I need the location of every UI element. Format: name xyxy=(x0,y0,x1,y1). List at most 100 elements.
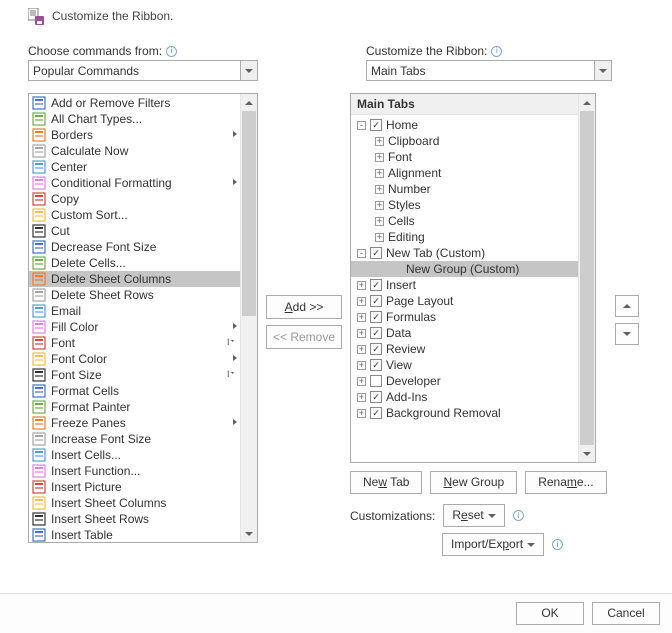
info-icon[interactable]: i xyxy=(491,46,502,57)
expand-icon[interactable]: + xyxy=(357,281,366,290)
tree-row[interactable]: +View xyxy=(351,357,595,373)
tree-checkbox[interactable] xyxy=(370,279,382,291)
command-item[interactable]: Borders xyxy=(29,127,257,143)
tree-row[interactable]: +Add-Ins xyxy=(351,389,595,405)
command-item[interactable]: Add or Remove Filters xyxy=(29,95,257,111)
command-item[interactable]: Font Color xyxy=(29,351,257,367)
tree-row[interactable]: +Developer xyxy=(351,373,595,389)
command-item[interactable]: Decrease Font Size xyxy=(29,239,257,255)
expand-icon[interactable]: + xyxy=(357,377,366,386)
expand-icon[interactable]: + xyxy=(357,409,366,418)
expand-icon[interactable]: + xyxy=(375,201,384,210)
command-item[interactable]: Conditional Formatting xyxy=(29,175,257,191)
command-item[interactable]: All Chart Types... xyxy=(29,111,257,127)
info-icon[interactable]: i xyxy=(513,510,524,521)
expand-icon[interactable]: + xyxy=(375,185,384,194)
rename-button[interactable]: Rename... xyxy=(525,471,606,494)
expand-icon[interactable]: + xyxy=(375,217,384,226)
expand-icon[interactable]: + xyxy=(357,313,366,322)
chevron-down-icon[interactable] xyxy=(240,61,257,80)
tree-checkbox[interactable] xyxy=(370,247,382,259)
scroll-thumb[interactable] xyxy=(242,111,256,316)
expand-icon[interactable]: + xyxy=(357,297,366,306)
expand-icon[interactable]: + xyxy=(357,345,366,354)
tree-row[interactable]: +Alignment xyxy=(351,165,595,181)
ribbon-tree[interactable]: Main Tabs -Home+Clipboard+Font+Alignment… xyxy=(350,93,596,463)
collapse-icon[interactable]: - xyxy=(357,249,366,258)
tree-row[interactable]: +Review xyxy=(351,341,595,357)
tree-checkbox[interactable] xyxy=(370,327,382,339)
add-button[interactable]: Add >> xyxy=(266,295,342,319)
choose-commands-combo[interactable]: Popular Commands xyxy=(28,60,258,81)
command-item[interactable]: Insert Table xyxy=(29,527,257,543)
tree-row[interactable]: +Page Layout xyxy=(351,293,595,309)
scroll-up-button[interactable] xyxy=(241,94,257,111)
new-tab-button[interactable]: New Tab xyxy=(350,471,422,494)
expand-icon[interactable]: + xyxy=(375,233,384,242)
command-item[interactable]: Fill Color xyxy=(29,319,257,335)
tree-row[interactable]: New Group (Custom) xyxy=(351,261,595,277)
tree-row[interactable]: +Clipboard xyxy=(351,133,595,149)
expand-icon[interactable]: + xyxy=(357,329,366,338)
tree-row[interactable]: +Editing xyxy=(351,229,595,245)
command-item[interactable]: Increase Font Size xyxy=(29,431,257,447)
command-item[interactable]: FontI xyxy=(29,335,257,351)
info-icon[interactable]: i xyxy=(166,46,177,57)
command-item[interactable]: Font SizeI xyxy=(29,367,257,383)
reset-button[interactable]: Reset xyxy=(443,504,504,527)
expand-icon[interactable]: + xyxy=(357,361,366,370)
scroll-down-button[interactable] xyxy=(579,445,595,462)
tree-checkbox[interactable] xyxy=(370,119,382,131)
scroll-up-button[interactable] xyxy=(579,94,595,111)
expand-icon[interactable]: + xyxy=(375,137,384,146)
customize-ribbon-combo[interactable]: Main Tabs xyxy=(366,60,612,81)
tree-row[interactable]: -New Tab (Custom) xyxy=(351,245,595,261)
command-item[interactable]: Copy xyxy=(29,191,257,207)
command-item[interactable]: Freeze Panes xyxy=(29,415,257,431)
tree-row[interactable]: +Styles xyxy=(351,197,595,213)
new-group-button[interactable]: New Group xyxy=(430,471,517,494)
tree-row[interactable]: +Cells xyxy=(351,213,595,229)
command-item[interactable]: Calculate Now xyxy=(29,143,257,159)
scrollbar[interactable] xyxy=(240,94,257,542)
tree-checkbox[interactable] xyxy=(370,295,382,307)
tree-checkbox[interactable] xyxy=(370,391,382,403)
tree-checkbox[interactable] xyxy=(370,311,382,323)
info-icon[interactable]: i xyxy=(552,539,563,550)
scroll-thumb[interactable] xyxy=(580,111,594,445)
expand-icon[interactable]: + xyxy=(375,153,384,162)
command-item[interactable]: Insert Cells... xyxy=(29,447,257,463)
tree-row[interactable]: +Font xyxy=(351,149,595,165)
tree-row[interactable]: -Home xyxy=(351,117,595,133)
scroll-down-button[interactable] xyxy=(241,525,257,542)
move-down-button[interactable] xyxy=(615,323,639,345)
import-export-button[interactable]: Import/Export xyxy=(442,533,544,556)
ok-button[interactable]: OK xyxy=(516,602,584,625)
tree-row[interactable]: +Data xyxy=(351,325,595,341)
collapse-icon[interactable]: - xyxy=(357,121,366,130)
tree-row[interactable]: +Formulas xyxy=(351,309,595,325)
cancel-button[interactable]: Cancel xyxy=(592,602,660,625)
chevron-down-icon[interactable] xyxy=(594,61,611,80)
expand-icon[interactable]: + xyxy=(375,169,384,178)
command-item[interactable]: Insert Sheet Rows xyxy=(29,511,257,527)
command-item[interactable]: Insert Sheet Columns xyxy=(29,495,257,511)
command-item[interactable]: Cut xyxy=(29,223,257,239)
command-item[interactable]: Insert Picture xyxy=(29,479,257,495)
command-item[interactable]: Custom Sort... xyxy=(29,207,257,223)
command-item[interactable]: Delete Sheet Rows xyxy=(29,287,257,303)
scrollbar[interactable] xyxy=(578,94,595,462)
tree-checkbox[interactable] xyxy=(370,359,382,371)
command-item[interactable]: Center xyxy=(29,159,257,175)
command-item[interactable]: Format Painter xyxy=(29,399,257,415)
tree-checkbox[interactable] xyxy=(370,375,382,387)
command-item[interactable]: Email xyxy=(29,303,257,319)
remove-button[interactable]: << Remove xyxy=(266,325,342,349)
tree-checkbox[interactable] xyxy=(370,407,382,419)
tree-row[interactable]: +Insert xyxy=(351,277,595,293)
tree-row[interactable]: +Number xyxy=(351,181,595,197)
tree-row[interactable]: +Background Removal xyxy=(351,405,595,421)
command-item[interactable]: Delete Cells... xyxy=(29,255,257,271)
tree-checkbox[interactable] xyxy=(370,343,382,355)
commands-listbox[interactable]: Add or Remove FiltersAll Chart Types...B… xyxy=(28,93,258,543)
